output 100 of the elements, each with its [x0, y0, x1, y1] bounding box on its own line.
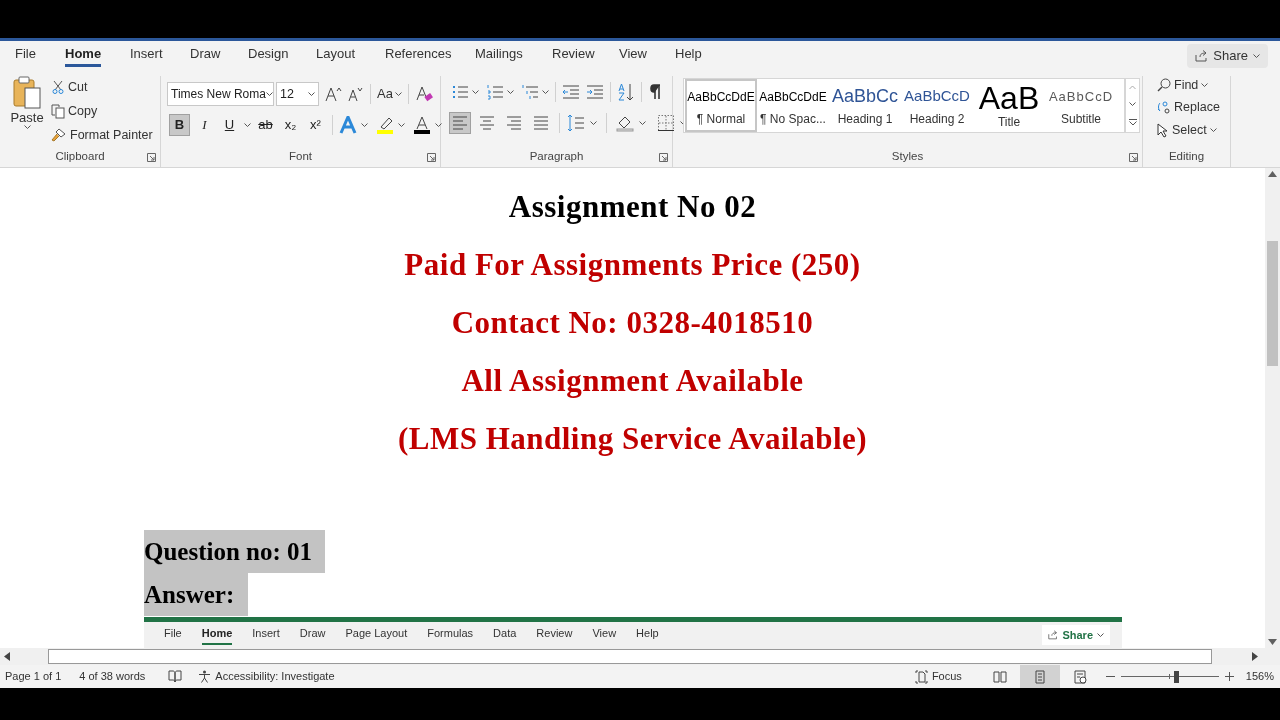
style-tile[interactable]: AaBbCc Heading 1: [829, 79, 901, 132]
print-layout-button[interactable]: [1019, 665, 1060, 688]
pasted-tab-label: Help: [636, 626, 659, 642]
pasted-tab-label: Insert: [252, 626, 280, 642]
scrollbar-thumb[interactable]: [1267, 241, 1278, 366]
style-tile[interactable]: AaBbCcDdE ¶ Normal: [685, 79, 757, 132]
scroll-left-arrow-icon[interactable]: [4, 652, 10, 661]
caret-icon: [542, 89, 549, 95]
web-page-icon: [1072, 669, 1087, 684]
vertical-scrollbar[interactable]: [1265, 168, 1280, 648]
select-button[interactable]: Select: [1157, 121, 1217, 140]
group-label: Font: [289, 148, 312, 164]
question-label: Question no: 01: [144, 530, 325, 573]
accessibility-icon: [198, 670, 212, 683]
multilevel-list-icon[interactable]: [521, 83, 539, 101]
share-icon: [1195, 50, 1209, 62]
ribbon-tab[interactable]: View: [619, 46, 647, 67]
pointer-icon: [1157, 122, 1169, 138]
cut-button[interactable]: Cut: [52, 78, 88, 97]
replace-button[interactable]: Replace: [1157, 98, 1220, 117]
scroll-down-arrow-icon[interactable]: [1268, 639, 1277, 645]
zoom-level[interactable]: 156%: [1245, 668, 1274, 685]
format-button[interactable]: ab: [255, 114, 276, 136]
clear-formatting-icon[interactable]: [414, 85, 433, 103]
word-count[interactable]: 4 of 38 words: [79, 668, 146, 685]
group-label: Clipboard: [55, 148, 105, 164]
format-painter-button[interactable]: Format Painter: [51, 126, 153, 145]
format-button[interactable]: U: [219, 114, 240, 136]
more-styles-icon[interactable]: [1128, 119, 1137, 126]
scroll-up-arrow-icon[interactable]: [1268, 171, 1277, 177]
page-count[interactable]: Page 1 of 1: [5, 668, 62, 685]
format-button[interactable]: x²: [305, 114, 326, 136]
paintbrush-icon: [51, 128, 66, 143]
borders-icon[interactable]: [657, 114, 675, 132]
pilcrow-icon[interactable]: [648, 84, 662, 100]
ribbon-tab[interactable]: Help: [675, 46, 702, 67]
heading-line: Assignment No 02: [508, 188, 757, 226]
caret-icon: [1129, 102, 1136, 107]
accessibility-button[interactable]: Accessibility: Investigate: [198, 668, 335, 685]
scroll-right-arrow-icon[interactable]: [1252, 652, 1258, 661]
zoom-thumb[interactable]: [1173, 670, 1179, 683]
replace-icon: [1157, 100, 1171, 115]
style-tile[interactable]: AaB Title: [973, 79, 1045, 132]
style-tile[interactable]: AaBbCcD Subtitle: [1045, 79, 1117, 132]
highlighter-icon[interactable]: [376, 116, 394, 134]
caret-icon: [1201, 82, 1209, 88]
copy-button[interactable]: Copy: [51, 102, 98, 121]
font-name-field[interactable]: Times New Roma: [167, 82, 274, 106]
search-icon: [1157, 78, 1171, 93]
ribbon-tab[interactable]: Review: [552, 46, 595, 67]
heading-line: All Assignment Available: [461, 362, 804, 400]
proofing-book-icon[interactable]: [168, 670, 183, 683]
caret-icon: [398, 122, 405, 128]
sort-icon[interactable]: [617, 83, 635, 101]
find-button[interactable]: Find: [1157, 76, 1209, 95]
bullet-list-icon[interactable]: [451, 83, 469, 101]
pasted-tab-label: View: [592, 626, 617, 642]
caret-icon: [435, 122, 442, 128]
paste-button[interactable]: Paste: [8, 76, 46, 130]
caret-icon: [507, 89, 514, 95]
grow-font-icon[interactable]: [325, 86, 343, 102]
horizontal-scrollbar[interactable]: [0, 648, 1280, 665]
style-tile[interactable]: AaBbCcD Heading 2: [901, 79, 973, 132]
dialog-launcher-icon[interactable]: [659, 153, 668, 162]
focus-icon: [914, 669, 928, 684]
group-label: Paragraph: [529, 148, 584, 164]
ribbon-tab[interactable]: Home: [65, 46, 102, 67]
focus-button[interactable]: Focus: [914, 668, 962, 685]
style-tile[interactable]: AaBbCcDdE ¶ No Spac...: [757, 79, 829, 132]
text-effects-icon[interactable]: [339, 116, 357, 134]
format-button[interactable]: x₂: [280, 114, 301, 136]
font-color-icon[interactable]: [413, 116, 431, 134]
ribbon-tab[interactable]: Design: [248, 46, 289, 67]
answer-label: Answer:: [144, 573, 248, 616]
dialog-launcher-icon[interactable]: [1129, 153, 1138, 162]
heading-line: Paid For Assignments Price (250): [404, 246, 861, 284]
pasted-tab-label: File: [164, 626, 182, 642]
font-size-field[interactable]: 12: [276, 82, 319, 106]
dialog-launcher-icon[interactable]: [427, 153, 436, 162]
share-button[interactable]: Share: [1187, 44, 1268, 68]
format-button[interactable]: I: [194, 114, 215, 136]
zoom-slider[interactable]: [1120, 670, 1219, 683]
ribbon-tab[interactable]: Draw: [190, 46, 221, 67]
zoom-in-icon[interactable]: [1224, 672, 1234, 681]
caret-icon: [1253, 53, 1260, 59]
ribbon-tab[interactable]: Layout: [316, 46, 356, 67]
ribbon-tab[interactable]: Insert: [130, 46, 163, 67]
ribbon-tab[interactable]: File: [15, 46, 36, 67]
change-case-button[interactable]: Aa: [377, 84, 402, 104]
caret-icon: [472, 89, 479, 95]
format-button[interactable]: B: [169, 114, 190, 136]
ribbon-tab[interactable]: References: [385, 46, 452, 67]
shrink-font-icon[interactable]: [348, 86, 364, 102]
ribbon-tab[interactable]: Mailings: [475, 46, 523, 67]
dialog-launcher-icon[interactable]: [147, 153, 156, 162]
caret-icon: [1097, 632, 1104, 638]
shading-icon[interactable]: [616, 114, 634, 132]
share-icon: [1048, 630, 1059, 640]
line-spacing-icon[interactable]: [567, 114, 585, 132]
pasted-tab-label: Data: [493, 626, 517, 642]
